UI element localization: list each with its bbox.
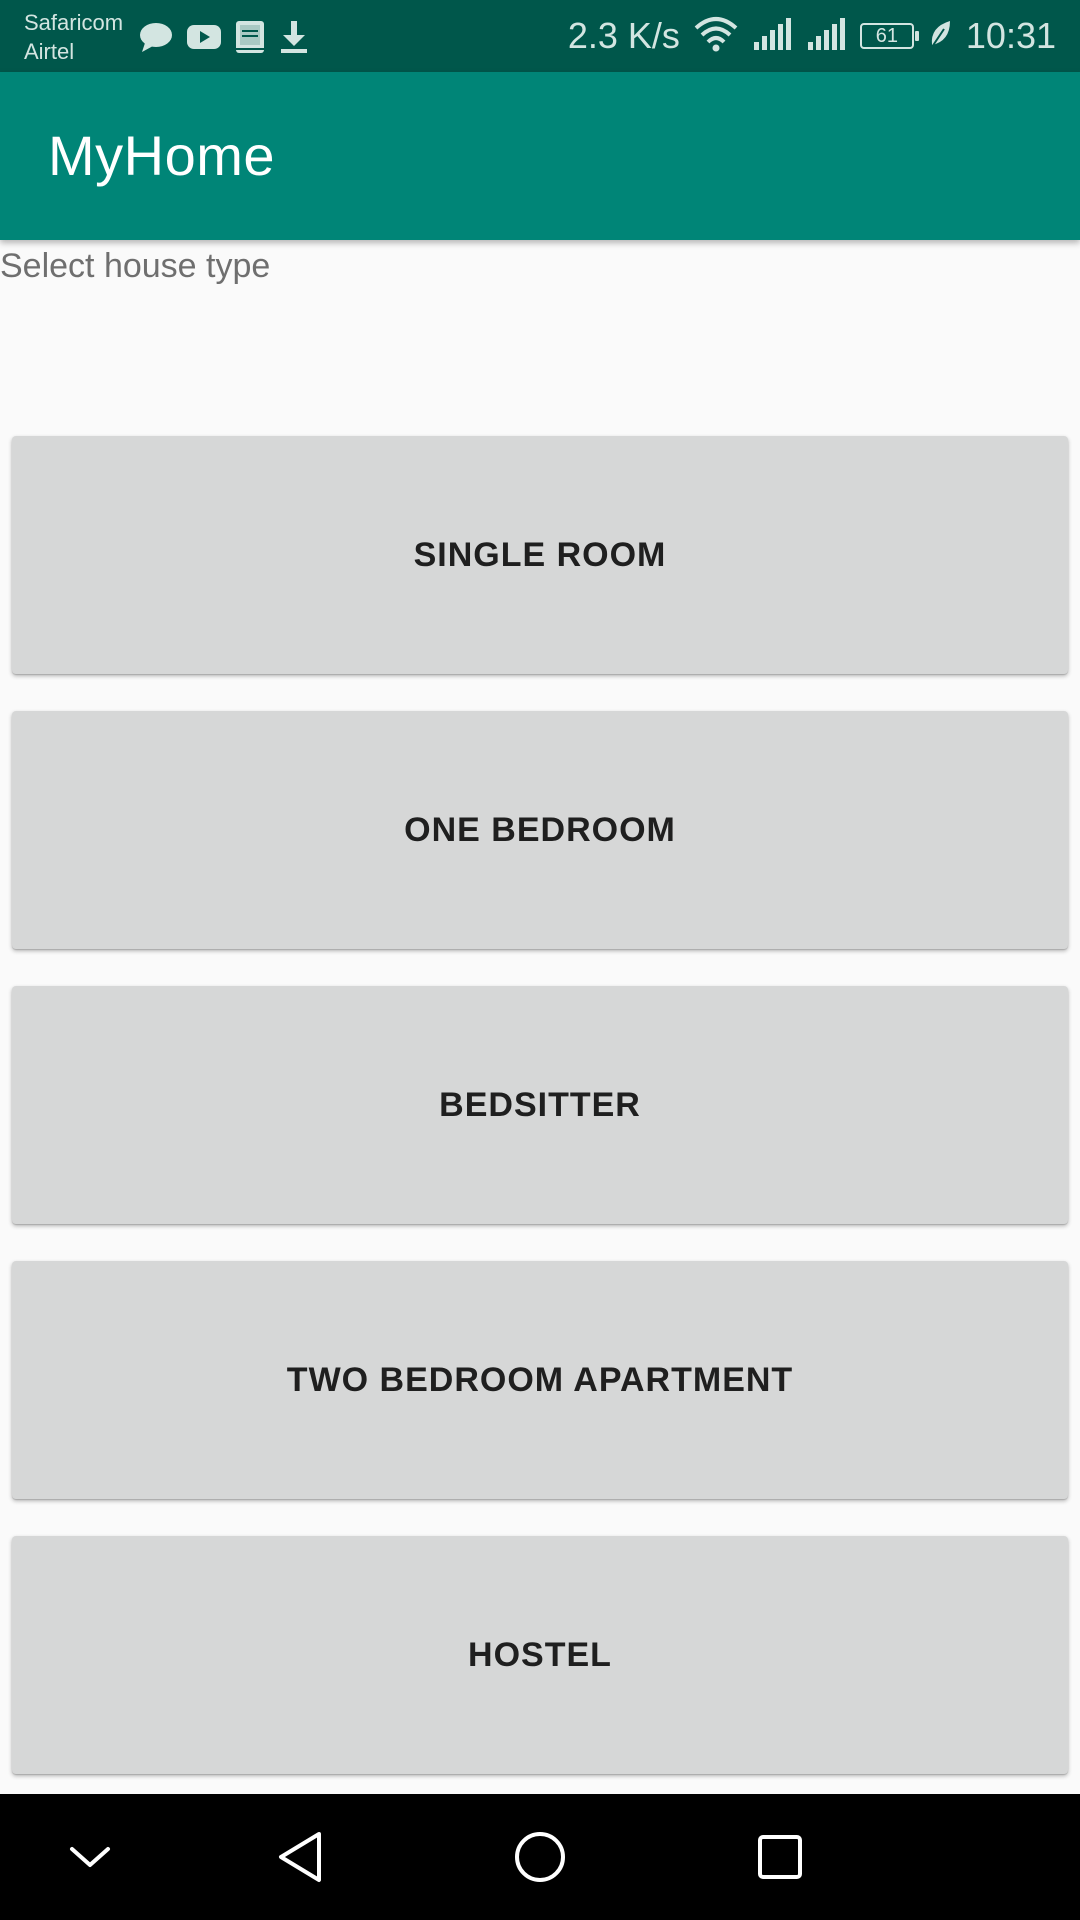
select-house-type-label: Select house type <box>0 247 271 285</box>
app-title: MyHome <box>48 124 276 187</box>
bedsitter-button[interactable]: BEDSITTER <box>12 986 1068 1224</box>
one-bedroom-label: ONE BEDROOM <box>404 810 676 849</box>
battery-icon: 61 <box>859 23 919 49</box>
leaf-icon <box>928 19 952 54</box>
hostel-label: HOSTEL <box>468 1635 612 1674</box>
two-bedroom-apartment-button[interactable]: TWO BEDROOM APARTMENT <box>12 1261 1068 1499</box>
home-icon[interactable] <box>500 1817 580 1897</box>
status-bar: Safaricom Airtel 2.3 K/s 61 10:31 <box>0 0 1080 72</box>
chat-bubble-icon <box>138 20 174 54</box>
carrier-secondary: Airtel <box>24 39 75 64</box>
recents-icon[interactable] <box>740 1817 820 1897</box>
signal-1-icon <box>752 17 792 55</box>
hostel-button[interactable]: HOSTEL <box>12 1536 1068 1774</box>
wifi-icon <box>694 16 738 57</box>
single-room-button[interactable]: SINGLE ROOM <box>12 436 1068 674</box>
house-type-list: SINGLE ROOM ONE BEDROOM BEDSITTER TWO BE… <box>12 436 1068 1811</box>
carrier-primary: Safaricom <box>24 10 124 35</box>
signal-2-icon <box>806 17 846 55</box>
back-icon[interactable] <box>260 1817 340 1897</box>
app-bar: MyHome <box>0 72 1080 240</box>
phone-screen: Safaricom Airtel 2.3 K/s 61 10:31 MyHome… <box>0 0 1080 1920</box>
one-bedroom-button[interactable]: ONE BEDROOM <box>12 711 1068 949</box>
bedsitter-label: BEDSITTER <box>439 1085 641 1124</box>
collapse-chevron-icon[interactable] <box>50 1817 130 1897</box>
notification-icons <box>138 18 310 56</box>
holy-bible-icon <box>234 20 266 54</box>
two-bedroom-apartment-label: TWO BEDROOM APARTMENT <box>286 1360 794 1399</box>
carrier-info: Safaricom Airtel <box>24 8 123 66</box>
download-icon <box>278 20 310 54</box>
network-speed: 2.3 K/s <box>567 15 680 56</box>
clock: 10:31 <box>965 15 1056 56</box>
youtube-icon <box>186 23 222 51</box>
system-status: 2.3 K/s 61 10:31 <box>568 14 1056 58</box>
navigation-bar <box>0 1794 1080 1920</box>
single-room-label: SINGLE ROOM <box>413 535 667 574</box>
